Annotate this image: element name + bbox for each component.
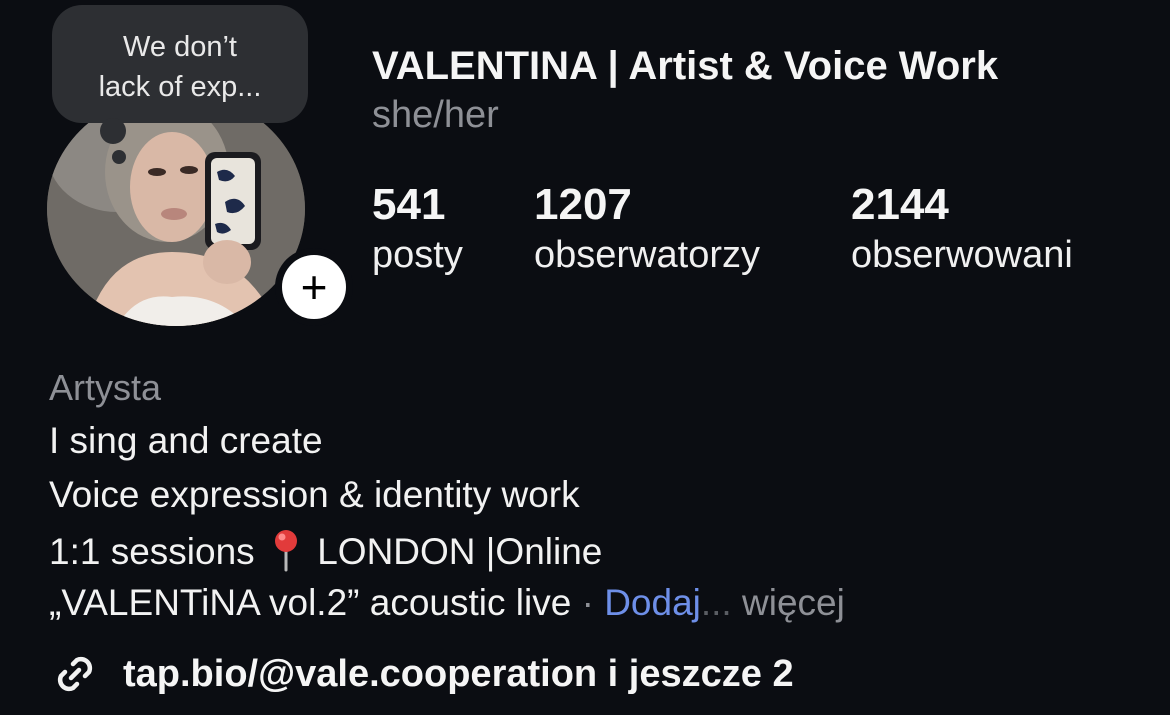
followers-label: obserwatorzy xyxy=(534,234,760,276)
bio-line-3-text: 1:1 sessions xyxy=(49,531,255,572)
profile-header: + We don’t lack of exp... VALENTINA | Ar… xyxy=(0,0,1170,715)
plus-icon: + xyxy=(282,255,346,319)
posts-label: posty xyxy=(372,234,463,276)
bio-line-1: I sing and create xyxy=(49,420,323,461)
bio-more-link[interactable]: więcej xyxy=(742,582,845,623)
bio-ellipsis: ... xyxy=(700,582,732,623)
profile-name[interactable]: VALENTINA | Artist & Voice Work xyxy=(372,44,998,89)
separator-dot: · xyxy=(581,582,594,623)
bio-line-3: 1:1 sessions LONDON |Online xyxy=(49,528,602,573)
followers-count: 1207 xyxy=(534,180,632,229)
bio-translate-link[interactable]: Dodaj xyxy=(604,582,701,623)
bio-line-4: „VALENTiNA vol.2” acoustic live · Dodaj.… xyxy=(49,582,845,624)
stat-following[interactable]: 2144 obserwowani xyxy=(851,180,1073,280)
add-story-button[interactable]: + xyxy=(275,248,353,326)
pronouns: she/her xyxy=(372,94,499,136)
bio-line-2: Voice expression & identity work xyxy=(49,474,580,515)
profile-link[interactable]: tap.bio/@vale.cooperation i jeszcze 2 xyxy=(49,646,794,702)
note-tail-small xyxy=(112,150,126,164)
following-count: 2144 xyxy=(851,180,949,229)
note-tail xyxy=(100,118,126,144)
avatar-container: + xyxy=(47,92,353,332)
bio-line-4-text: „VALENTiNA vol.2” acoustic live xyxy=(49,582,572,623)
stat-followers[interactable]: 1207 obserwatorzy xyxy=(534,180,760,280)
note-text-line-1: We don’t xyxy=(123,31,237,63)
posts-count: 541 xyxy=(372,180,446,229)
stat-posts[interactable]: 541 posty xyxy=(372,180,463,280)
note-bubble[interactable]: We don’t lack of exp... xyxy=(52,5,308,123)
avatar[interactable] xyxy=(47,92,305,326)
following-label: obserwowani xyxy=(851,234,1073,276)
avatar-photo xyxy=(47,92,305,326)
round-pushpin-icon xyxy=(274,530,297,572)
note-text-line-2: lack of exp... xyxy=(98,71,262,103)
bio-location-text: LONDON |Online xyxy=(317,531,603,572)
link-text: tap.bio/@vale.cooperation i jeszcze 2 xyxy=(123,652,794,695)
chain-link-icon xyxy=(57,656,93,692)
profile-category: Artysta xyxy=(49,367,162,408)
